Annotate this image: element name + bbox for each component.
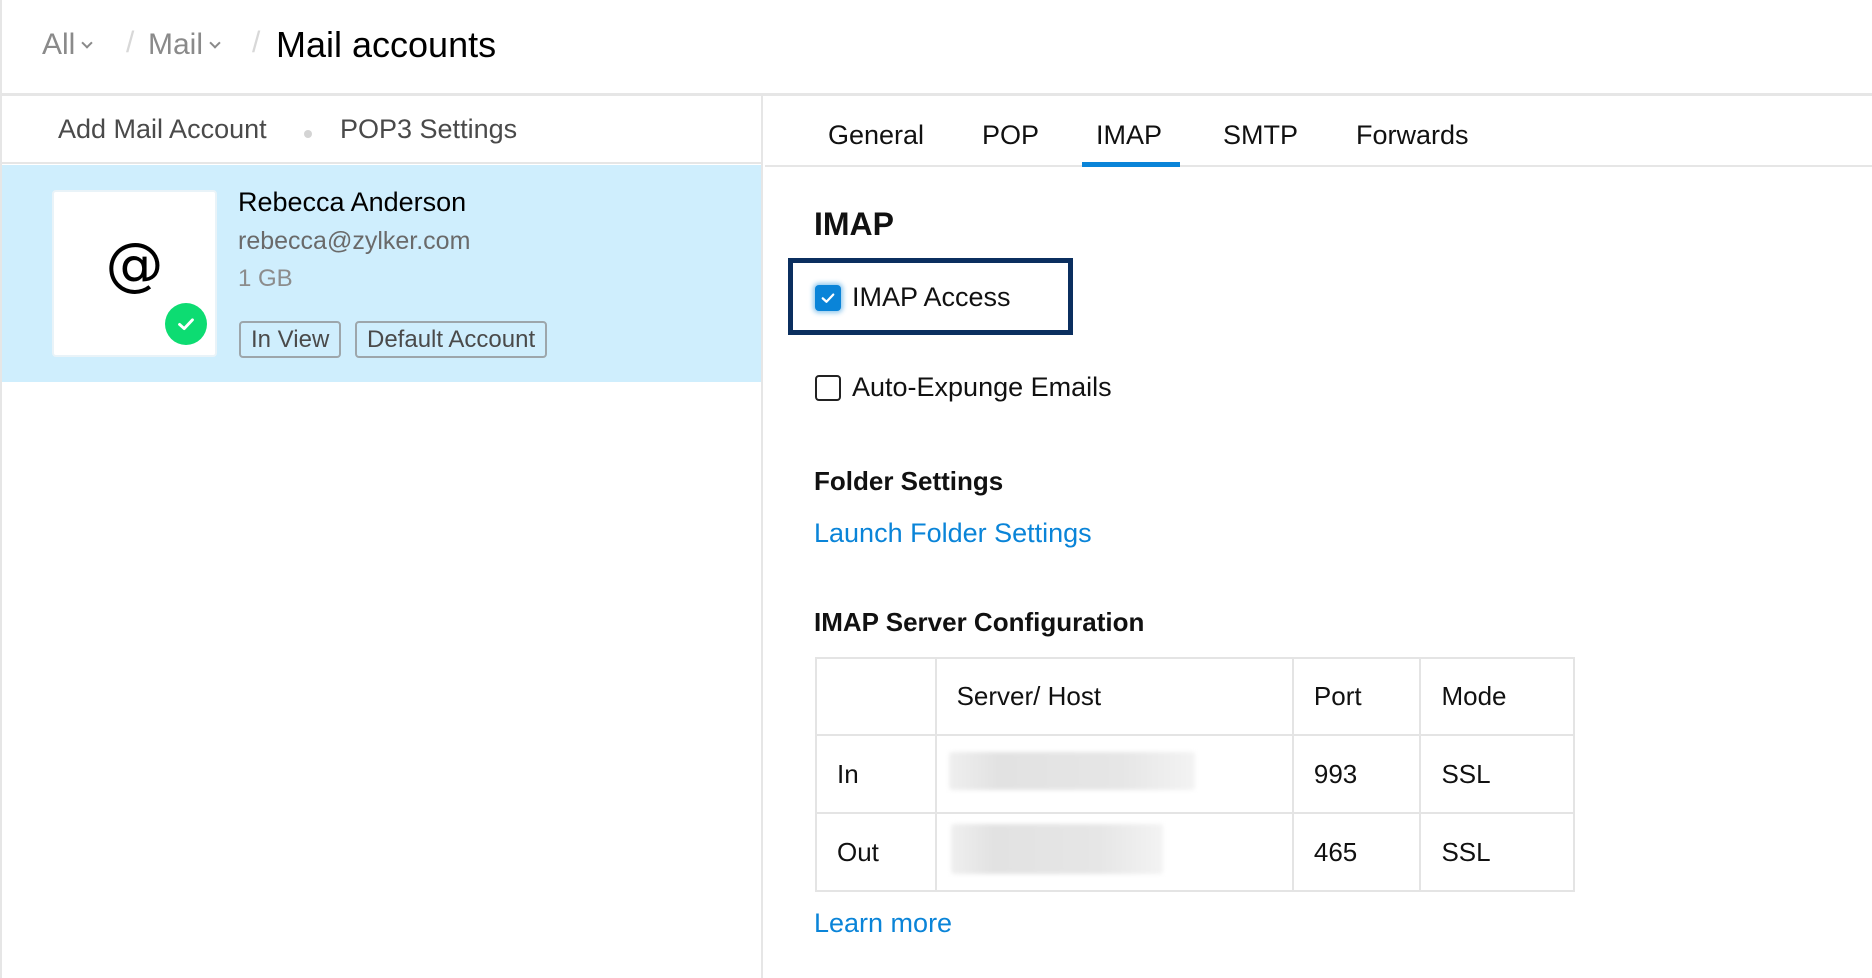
imap-access-label: IMAP Access — [852, 282, 1011, 312]
imap-access-checkbox[interactable] — [815, 284, 841, 311]
breadcrumb-all-label: All — [42, 28, 76, 61]
folder-settings-heading: Folder Settings — [814, 466, 1004, 496]
table-header-row: Server/ Host Port Mode — [815, 657, 1575, 736]
auto-expunge-checkbox-row[interactable]: Auto-Expunge Emails — [815, 372, 1112, 403]
breadcrumb-header: All / Mail / Mail accounts — [2, 0, 1872, 96]
mode-cell: SSL — [1419, 812, 1575, 892]
table-row: In 993 SSL — [815, 734, 1575, 814]
dot-separator — [304, 130, 312, 138]
breadcrumb-mail-label: Mail — [148, 28, 204, 61]
default-account-badge: Default Account — [355, 321, 548, 358]
redacted-host — [948, 751, 1195, 790]
breadcrumb-separator: / — [126, 26, 135, 59]
column-header-mode: Mode — [1419, 657, 1575, 736]
settings-tabs: General POP IMAP SMTP Forwards — [765, 96, 1872, 167]
port-cell: 993 — [1291, 734, 1422, 814]
auto-expunge-label: Auto-Expunge Emails — [852, 372, 1112, 402]
in-view-badge: In View — [239, 321, 342, 358]
chevron-down-icon — [209, 37, 221, 49]
auto-expunge-checkbox[interactable] — [815, 374, 841, 401]
direction-cell: Out — [815, 812, 937, 892]
tab-smtp[interactable]: SMTP — [1223, 120, 1298, 151]
launch-folder-settings-link[interactable]: Launch Folder Settings — [814, 518, 1092, 549]
imap-access-checkbox-row[interactable]: IMAP Access — [815, 282, 1011, 313]
breadcrumb-mail-dropdown[interactable]: Mail — [148, 28, 221, 62]
port-cell: 465 — [1291, 812, 1422, 892]
tab-imap[interactable]: IMAP — [1096, 120, 1162, 151]
section-title: IMAP — [814, 206, 894, 242]
column-header-port: Port — [1291, 657, 1422, 736]
pop3-settings-link[interactable]: POP3 Settings — [340, 114, 517, 145]
tab-forwards[interactable]: Forwards — [1356, 120, 1469, 151]
server-config-table: Server/ Host Port Mode In 993 SSL Out 46… — [815, 657, 1575, 892]
breadcrumb-separator: / — [252, 26, 261, 59]
table-row: Out 465 SSL — [815, 812, 1575, 892]
verified-check-icon — [165, 303, 207, 345]
tab-pop[interactable]: POP — [982, 120, 1039, 151]
add-mail-account-link[interactable]: Add Mail Account — [58, 114, 267, 145]
breadcrumb-all-dropdown[interactable]: All — [42, 28, 94, 62]
page-title: Mail accounts — [276, 24, 497, 65]
column-header — [815, 657, 937, 736]
at-sign-icon: @ — [105, 230, 164, 298]
mode-cell: SSL — [1419, 734, 1575, 814]
chevron-down-icon — [81, 37, 94, 49]
column-header-host: Server/ Host — [934, 657, 1294, 736]
server-config-heading: IMAP Server Configuration — [814, 607, 1145, 637]
account-storage: 1 GB — [238, 265, 293, 292]
host-cell — [934, 812, 1294, 892]
checkmark-icon — [821, 293, 835, 303]
accounts-panel: Add Mail Account POP3 Settings @ Rebecca… — [2, 96, 763, 978]
learn-more-link[interactable]: Learn more — [814, 908, 952, 939]
avatar: @ — [52, 190, 217, 357]
account-name: Rebecca Anderson — [238, 187, 467, 217]
host-cell — [934, 734, 1294, 814]
tab-general[interactable]: General — [828, 120, 924, 151]
active-tab-indicator — [1082, 162, 1180, 167]
account-list-item[interactable]: @ Rebecca Anderson rebecca@zylker.com 1 … — [2, 165, 761, 382]
account-email: rebecca@zylker.com — [238, 227, 471, 255]
account-actions-bar: Add Mail Account POP3 Settings — [2, 96, 761, 164]
redacted-host — [950, 823, 1163, 874]
direction-cell: In — [815, 734, 937, 814]
